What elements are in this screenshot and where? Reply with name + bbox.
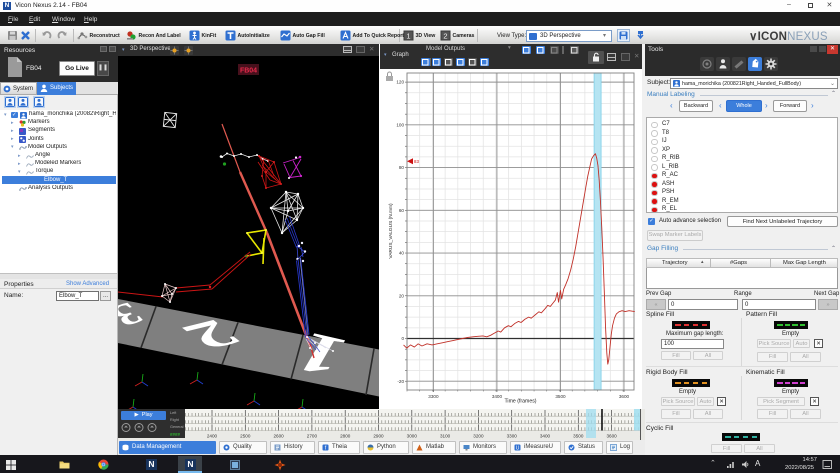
svg-text:Time (frames): Time (frames) xyxy=(504,399,536,405)
svg-text:2600: 2600 xyxy=(273,434,284,439)
svg-text:83: 83 xyxy=(414,159,419,164)
svg-text:2900: 2900 xyxy=(373,434,384,439)
svg-text:40: 40 xyxy=(399,251,405,256)
svg-text:-20: -20 xyxy=(397,379,404,384)
svg-text:3300: 3300 xyxy=(428,394,439,399)
svg-text:2400: 2400 xyxy=(207,434,218,439)
svg-text:3200: 3200 xyxy=(473,434,484,439)
svg-text:3400: 3400 xyxy=(540,434,551,439)
svg-text:60: 60 xyxy=(399,208,405,213)
svg-text:100: 100 xyxy=(396,122,404,127)
svg-text:2700: 2700 xyxy=(307,434,318,439)
svg-text:120: 120 xyxy=(396,80,404,85)
svg-text:3600: 3600 xyxy=(606,434,617,439)
svg-text:3400: 3400 xyxy=(492,394,503,399)
svg-text:80: 80 xyxy=(399,165,405,170)
svg-text:3600: 3600 xyxy=(619,394,630,399)
svg-text:2800: 2800 xyxy=(340,434,351,439)
svg-text:3100: 3100 xyxy=(440,434,451,439)
svg-text:3000: 3000 xyxy=(407,434,418,439)
svg-text:20: 20 xyxy=(399,293,405,298)
svg-text:2500: 2500 xyxy=(240,434,251,439)
svg-text:U: U xyxy=(516,445,520,451)
svg-text:VARUS_VALGUS (N.mm): VARUS_VALGUS (N.mm) xyxy=(388,203,394,259)
svg-text:0: 0 xyxy=(401,336,404,341)
svg-text:3500: 3500 xyxy=(573,434,584,439)
svg-text:FB04: FB04 xyxy=(240,68,257,75)
svg-text:3300: 3300 xyxy=(507,434,518,439)
svg-text:3500: 3500 xyxy=(555,394,566,399)
svg-text:1: 1 xyxy=(406,31,410,40)
svg-text:2: 2 xyxy=(443,31,447,40)
